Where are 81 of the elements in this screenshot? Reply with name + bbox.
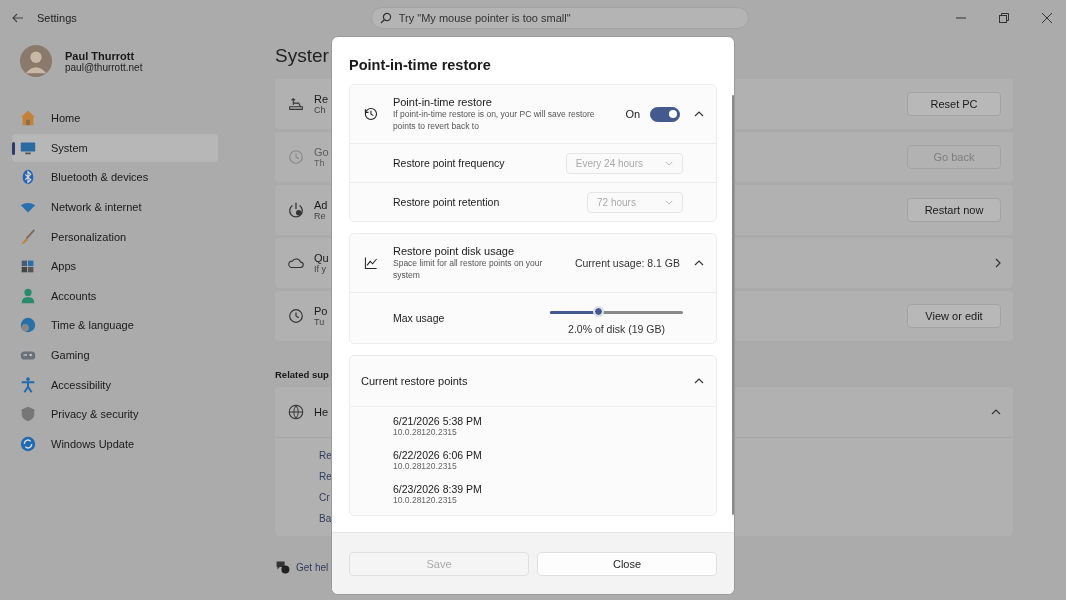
chevron-down-icon [665, 199, 673, 205]
card-subtitle: Tu [314, 317, 326, 327]
setting-label: Max usage [393, 312, 445, 324]
setting-description: If point-in-time restore is on, your PC will save restore points to revert back to [392, 108, 596, 132]
chevron-up-icon[interactable] [694, 378, 704, 384]
user-name: Paul Thurrott [65, 49, 136, 62]
section-title: Current restore points [361, 375, 468, 387]
line-chart-icon [363, 255, 379, 271]
close-icon[interactable] [1042, 13, 1052, 23]
page-title: Syster [275, 45, 329, 68]
dialog-button[interactable]: Close [537, 551, 717, 576]
setting-title: Point-in-time restore [392, 96, 493, 108]
sidebar-item[interactable]: Accessibility [12, 370, 218, 399]
card-subtitle: Th [314, 158, 326, 168]
card-title: He [314, 406, 329, 418]
globe-icon [19, 316, 37, 335]
card-title: Qu [314, 252, 329, 264]
search-field[interactable]: Try "My mouse pointer is too small" [370, 7, 749, 29]
chevron-right-icon[interactable] [995, 258, 1001, 268]
sidebar-item[interactable]: Bluetooth & devices [12, 163, 218, 192]
sidebar-item[interactable]: Privacy & security [12, 399, 218, 429]
chevron-up-icon[interactable] [694, 111, 704, 117]
card-title: Go [314, 146, 329, 158]
usage-reading: 2.0% of disk (19 GB) [568, 323, 665, 335]
sidebar-item[interactable]: Gaming [12, 340, 218, 370]
sidebar-item[interactable]: System [12, 133, 218, 163]
restore-point-build: 10.0.28120.2315 [393, 461, 458, 471]
back-arrow-icon[interactable] [12, 13, 24, 23]
sidebar-item[interactable]: Personalization [12, 222, 218, 251]
chevron-down-icon [665, 160, 673, 166]
card-title: Po [314, 305, 328, 317]
globe-icon [287, 403, 305, 421]
card-subtitle: Ch [314, 105, 327, 115]
card-action-button[interactable]: Reset PC [907, 92, 1001, 116]
accessibility-icon [19, 375, 37, 394]
sidebar-item[interactable]: Time & language [12, 311, 218, 340]
search-icon [379, 12, 392, 24]
history-icon [363, 106, 379, 122]
shield-icon [19, 405, 37, 424]
history-icon [287, 307, 305, 325]
card-subtitle: If y [314, 264, 327, 274]
power-gear-icon [287, 201, 305, 219]
toggle-switch[interactable] [650, 106, 680, 122]
get-help-link[interactable]: Get hel [296, 561, 329, 573]
toggle-state-label: On [625, 108, 641, 120]
card-title: Re [314, 93, 329, 105]
card-action-button[interactable]: Restart now [907, 198, 1001, 222]
sync-icon [19, 434, 37, 453]
card-subtitle: Re [314, 211, 327, 221]
dialog-title: Point-in-time restore [349, 57, 492, 75]
setting-title: Restore point disk usage [393, 245, 516, 257]
window-title: Settings [37, 12, 77, 24]
sidebar-item[interactable]: Network & internet [12, 192, 218, 222]
card-action-button[interactable]: View or edit [907, 304, 1001, 328]
sidebar-item[interactable]: Accounts [12, 281, 218, 311]
slider-thumb[interactable] [594, 307, 604, 316]
restore-point-build: 10.0.28120.2315 [393, 495, 458, 505]
setting-label: Restore point retention [393, 196, 500, 208]
sidebar-item[interactable]: Home [12, 104, 218, 133]
chevron-up-icon[interactable] [694, 260, 704, 266]
restore-point-date: 6/21/2026 5:38 PM [393, 415, 483, 427]
restore-point-date: 6/23/2026 8:39 PM [393, 483, 483, 495]
tray-arrow-icon [287, 95, 305, 113]
sidebar-item[interactable]: Apps [12, 251, 218, 281]
brush-icon [19, 227, 37, 246]
history-icon [287, 148, 305, 166]
sidebar-item[interactable]: Windows Update [12, 429, 218, 459]
maximize-icon[interactable] [999, 13, 1009, 23]
restore-point-date: 6/22/2026 6:06 PM [393, 449, 483, 461]
restore-point-build: 10.0.28120.2315 [393, 427, 458, 437]
house-icon [19, 109, 37, 128]
person-icon [19, 286, 37, 305]
setting-label: Restore point frequency [393, 157, 505, 169]
section-heading: Related sup [275, 369, 329, 380]
card-title: Ad [314, 199, 328, 211]
user-email: paul@thurrott.net [65, 61, 143, 73]
chevron-up-icon[interactable] [991, 409, 1001, 415]
usage-label: Current usage: 8.1 GB [574, 257, 680, 269]
chat-help-icon[interactable] [275, 559, 291, 575]
avatar [19, 43, 53, 79]
setting-description: Space limit for all restore points on your system [393, 257, 544, 281]
